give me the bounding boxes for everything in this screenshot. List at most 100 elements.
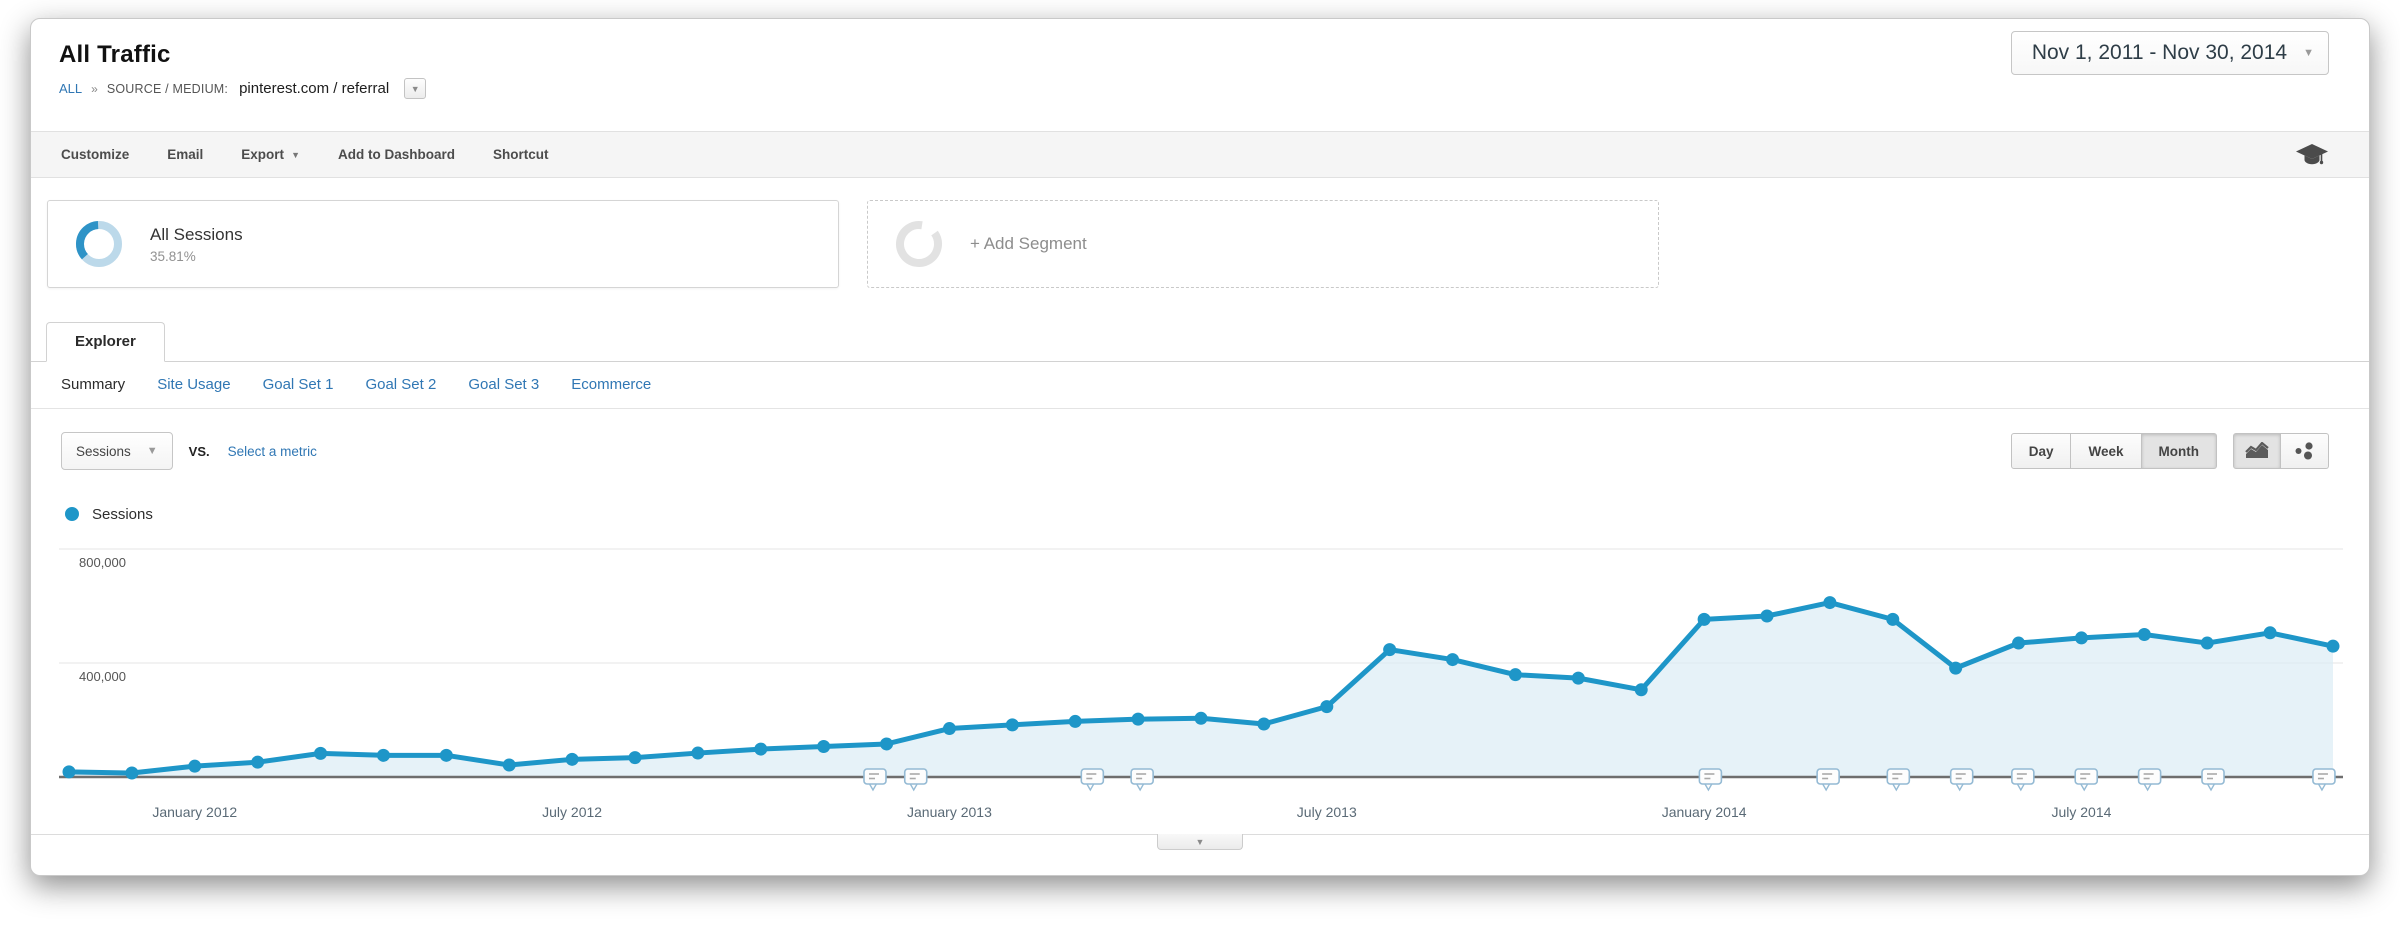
annotation-marker-icon[interactable] xyxy=(864,769,886,790)
segment-all-sessions[interactable]: All Sessions 35.81% xyxy=(47,200,839,288)
data-point-Nov 2014[interactable] xyxy=(2327,640,2340,653)
data-point-Jun 2013[interactable] xyxy=(1257,717,1270,730)
subtab-ecommerce[interactable]: Ecommerce xyxy=(571,376,651,393)
annotation-marker-icon[interactable] xyxy=(1081,769,1103,790)
granularity-month-button[interactable]: Month xyxy=(2142,433,2217,469)
tab-explorer[interactable]: Explorer xyxy=(46,322,165,362)
data-point-Sep 2013[interactable] xyxy=(1446,653,1459,666)
breadcrumb-dropdown-button[interactable]: ▼ xyxy=(404,78,426,99)
data-point-Jun 2012[interactable] xyxy=(503,759,516,772)
data-point-Jun 2014[interactable] xyxy=(2012,637,2025,650)
data-point-Jan 2012[interactable] xyxy=(188,760,201,773)
select-a-metric-link[interactable]: Select a metric xyxy=(228,444,317,459)
data-point-May 2012[interactable] xyxy=(440,749,453,762)
customize-button[interactable]: Customize xyxy=(61,147,129,162)
annotation-marker-icon[interactable] xyxy=(905,769,927,790)
date-range-picker[interactable]: Nov 1, 2011 - Nov 30, 2014 ▼ xyxy=(2011,31,2329,75)
breadcrumb-dimension-label: SOURCE / MEDIUM: xyxy=(107,82,228,96)
annotation-marker-icon[interactable] xyxy=(2313,769,2335,790)
add-segment-button[interactable]: + Add Segment xyxy=(867,200,1659,288)
data-point-Oct 2013[interactable] xyxy=(1509,668,1522,681)
chart-legend: Sessions xyxy=(31,493,2369,537)
x-axis-tick-label: July 2014 xyxy=(2051,804,2111,820)
date-range-text: Nov 1, 2011 - Nov 30, 2014 xyxy=(2032,41,2287,65)
data-point-Jul 2014[interactable] xyxy=(2075,631,2088,644)
annotation-marker-icon[interactable] xyxy=(2202,769,2224,790)
chevron-down-icon: ▼ xyxy=(1196,837,1205,847)
x-axis-tick-label: January 2014 xyxy=(1662,804,1747,820)
data-point-Nov 2012[interactable] xyxy=(817,740,830,753)
segment-text: All Sessions 35.81% xyxy=(150,225,243,264)
report-toolbar: Customize Email Export ▼ Add to Dashboar… xyxy=(31,131,2369,178)
analytics-report-panel: All Traffic ALL » SOURCE / MEDIUM: pinte… xyxy=(30,18,2370,876)
data-point-Aug 2013[interactable] xyxy=(1383,643,1396,656)
data-point-Jan 2014[interactable] xyxy=(1698,613,1711,626)
export-button[interactable]: Export ▼ xyxy=(241,147,300,162)
annotations-expander-button[interactable]: ▼ xyxy=(1157,834,1243,850)
annotation-marker-icon[interactable] xyxy=(2075,769,2097,790)
subtab-site-usage[interactable]: Site Usage xyxy=(157,376,230,393)
data-point-Mar 2013[interactable] xyxy=(1069,715,1082,728)
data-point-Jul 2013[interactable] xyxy=(1320,700,1333,713)
granularity-day-button[interactable]: Day xyxy=(2011,433,2072,469)
chart-controls: Sessions ▼ VS. Select a metric Day Week … xyxy=(31,409,2369,493)
granularity-week-button[interactable]: Week xyxy=(2071,433,2141,469)
chevron-down-icon: ▼ xyxy=(411,84,420,94)
annotation-marker-icon[interactable] xyxy=(1887,769,1909,790)
data-point-Apr 2014[interactable] xyxy=(1886,613,1899,626)
data-point-Jul 2012[interactable] xyxy=(566,753,579,766)
education-graduation-cap-icon[interactable] xyxy=(2295,142,2329,168)
y-axis-tick-400000: 400,000 xyxy=(79,669,126,684)
data-point-Dec 2013[interactable] xyxy=(1635,683,1648,696)
email-button[interactable]: Email xyxy=(167,147,203,162)
data-point-Apr 2012[interactable] xyxy=(377,749,390,762)
data-point-Feb 2013[interactable] xyxy=(1006,718,1019,731)
data-point-Oct 2014[interactable] xyxy=(2264,626,2277,639)
data-point-Nov 2013[interactable] xyxy=(1572,672,1585,685)
annotation-marker-icon[interactable] xyxy=(1131,769,1153,790)
subtab-goal-set-3[interactable]: Goal Set 3 xyxy=(468,376,539,393)
segment-donut-icon xyxy=(74,219,124,269)
data-point-Feb 2014[interactable] xyxy=(1761,609,1774,622)
data-point-Oct 2012[interactable] xyxy=(754,743,767,756)
add-to-dashboard-button[interactable]: Add to Dashboard xyxy=(338,147,455,162)
chart-plot-area[interactable] xyxy=(59,537,2343,795)
subtab-summary[interactable]: Summary xyxy=(61,376,125,393)
data-point-Aug 2014[interactable] xyxy=(2138,628,2151,641)
data-point-Dec 2012[interactable] xyxy=(880,737,893,750)
line-chart-view-button[interactable] xyxy=(2233,433,2281,469)
legend-sessions-label: Sessions xyxy=(92,506,153,523)
chevron-down-icon: ▼ xyxy=(147,445,158,457)
breadcrumb-all-link[interactable]: ALL xyxy=(59,81,82,96)
data-point-May 2013[interactable] xyxy=(1195,712,1208,725)
annotation-marker-icon[interactable] xyxy=(1817,769,1839,790)
annotation-marker-icon[interactable] xyxy=(1951,769,1973,790)
motion-chart-view-button[interactable] xyxy=(2281,433,2329,469)
segments-section: All Sessions 35.81% + Add Segment xyxy=(31,178,2369,316)
annotation-marker-icon[interactable] xyxy=(2139,769,2161,790)
annotation-marker-icon[interactable] xyxy=(1699,769,1721,790)
subtab-goal-set-2[interactable]: Goal Set 2 xyxy=(365,376,436,393)
data-point-Mar 2012[interactable] xyxy=(314,747,327,760)
annotation-marker-icon[interactable] xyxy=(2012,769,2034,790)
scatter-bubbles-icon xyxy=(2294,442,2316,460)
data-point-Sep 2014[interactable] xyxy=(2201,637,2214,650)
data-point-Dec 2011[interactable] xyxy=(125,767,138,780)
data-point-Feb 2012[interactable] xyxy=(251,756,264,769)
y-axis-tick-800000: 800,000 xyxy=(79,555,126,570)
breadcrumb: ALL » SOURCE / MEDIUM: pinterest.com / r… xyxy=(59,78,2329,99)
metric-selector[interactable]: Sessions ▼ xyxy=(61,432,173,470)
data-point-Sep 2012[interactable] xyxy=(691,747,704,760)
data-point-Aug 2012[interactable] xyxy=(629,751,642,764)
breadcrumb-separator: » xyxy=(91,82,98,96)
data-point-May 2014[interactable] xyxy=(1949,662,1962,675)
shortcut-button[interactable]: Shortcut xyxy=(493,147,549,162)
data-point-Nov 2011[interactable] xyxy=(63,765,76,778)
segment-title: All Sessions xyxy=(150,225,243,245)
granularity-button-group: Day Week Month xyxy=(2011,433,2217,469)
data-point-Mar 2014[interactable] xyxy=(1823,596,1836,609)
explorer-tab-row: Explorer xyxy=(31,316,2369,362)
data-point-Apr 2013[interactable] xyxy=(1132,713,1145,726)
data-point-Jan 2013[interactable] xyxy=(943,722,956,735)
subtab-goal-set-1[interactable]: Goal Set 1 xyxy=(263,376,334,393)
